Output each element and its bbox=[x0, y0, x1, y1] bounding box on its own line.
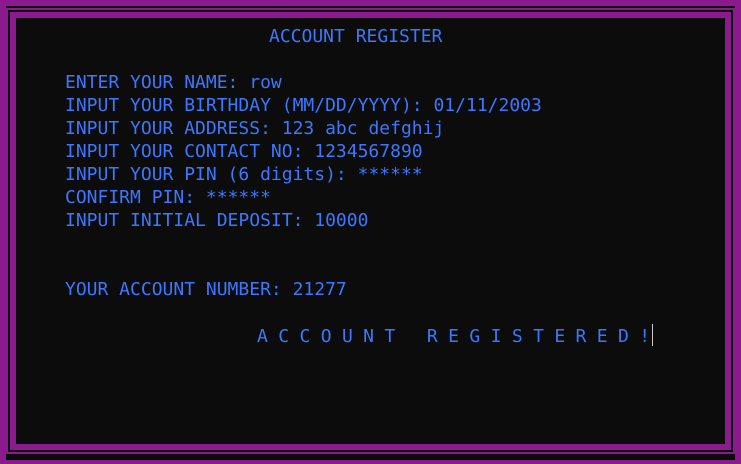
birthday-label: INPUT YOUR BIRTHDAY (MM/DD/YYYY): bbox=[65, 95, 434, 116]
name-label: ENTER YOUR NAME: bbox=[65, 72, 250, 93]
pin-label: INPUT YOUR PIN (6 digits): bbox=[65, 164, 358, 185]
confirm-pin-line: CONFIRM PIN: ****** bbox=[65, 186, 271, 209]
address-label: INPUT YOUR ADDRESS: bbox=[65, 118, 282, 139]
account-number-value: 21277 bbox=[292, 279, 347, 300]
pin-line: INPUT YOUR PIN (6 digits): ****** bbox=[65, 163, 423, 186]
deposit-line: INPUT INITIAL DEPOSIT: 10000 bbox=[65, 209, 368, 232]
name-value: row bbox=[249, 72, 282, 93]
contact-line: INPUT YOUR CONTACT NO: 1234567890 bbox=[65, 140, 423, 163]
confirm-pin-label: CONFIRM PIN: bbox=[65, 187, 206, 208]
birthday-value: 01/11/2003 bbox=[433, 95, 542, 116]
pin-value: ****** bbox=[357, 164, 423, 185]
name-line: ENTER YOUR NAME: row bbox=[65, 71, 282, 94]
account-number-line: YOUR ACCOUNT NUMBER: 21277 bbox=[65, 278, 347, 301]
birthday-line: INPUT YOUR BIRTHDAY (MM/DD/YYYY): 01/11/… bbox=[65, 94, 542, 117]
screen-title: ACCOUNT REGISTER bbox=[269, 26, 443, 47]
deposit-label: INPUT INITIAL DEPOSIT: bbox=[65, 210, 315, 231]
confirm-pin-value: ****** bbox=[205, 187, 271, 208]
address-line: INPUT YOUR ADDRESS: 123 abc defghij bbox=[65, 117, 444, 140]
account-number-label: YOUR ACCOUNT NUMBER: bbox=[65, 279, 293, 300]
registered-line: ACCOUNT REGISTERED! bbox=[257, 324, 653, 348]
console-window[interactable]: ACCOUNT REGISTER ENTER YOUR NAME: row IN… bbox=[0, 0, 741, 464]
status-message: ACCOUNT REGISTERED! bbox=[257, 326, 661, 347]
address-value: 123 abc defghij bbox=[281, 118, 445, 139]
contact-label: INPUT YOUR CONTACT NO: bbox=[65, 141, 315, 162]
text-cursor bbox=[651, 324, 653, 346]
contact-value: 1234567890 bbox=[314, 141, 423, 162]
deposit-value: 10000 bbox=[314, 210, 369, 231]
